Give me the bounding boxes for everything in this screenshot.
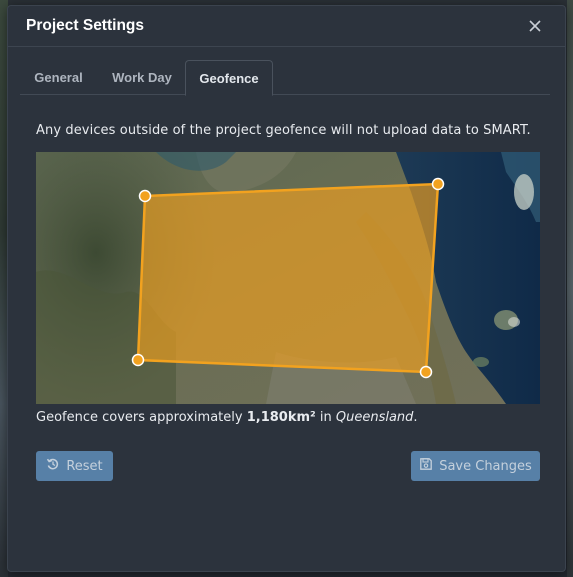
geofence-vertex-handle[interactable] bbox=[419, 365, 433, 379]
geofence-description: Any devices outside of the project geofe… bbox=[36, 123, 531, 138]
satellite-map-image bbox=[36, 152, 540, 404]
tab-general[interactable]: General bbox=[20, 60, 97, 95]
undo-icon bbox=[46, 457, 60, 475]
coverage-region: Queensland bbox=[335, 410, 414, 425]
geofence-vertex-handle[interactable] bbox=[138, 189, 152, 203]
save-changes-button[interactable]: Save Changes bbox=[411, 451, 540, 481]
tab-geofence[interactable]: Geofence bbox=[185, 60, 273, 96]
geofence-coverage-text: Geofence covers approximately 1,180km² i… bbox=[36, 410, 418, 425]
save-changes-button-label: Save Changes bbox=[439, 458, 532, 474]
coverage-in: in bbox=[315, 410, 336, 425]
geofence-vertex-handle[interactable] bbox=[131, 353, 145, 367]
coverage-area: 1,180km² bbox=[246, 410, 316, 425]
geofence-vertex-handle[interactable] bbox=[431, 177, 445, 191]
tab-general-label: General bbox=[34, 70, 83, 85]
settings-tabs: General Work Day Geofence bbox=[20, 60, 550, 96]
floppy-disk-icon bbox=[419, 457, 433, 475]
tab-work-day-label: Work Day bbox=[112, 70, 172, 85]
close-icon bbox=[529, 20, 541, 32]
reset-button[interactable]: Reset bbox=[36, 451, 113, 481]
coverage-suffix: . bbox=[413, 410, 418, 425]
dialog-title: Project Settings bbox=[26, 17, 144, 34]
coverage-prefix: Geofence covers approximately bbox=[36, 410, 247, 425]
dialog-header: Project Settings bbox=[8, 6, 565, 47]
tab-geofence-label: Geofence bbox=[199, 71, 259, 86]
project-settings-dialog: Project Settings General Work Day Geofen… bbox=[7, 5, 566, 572]
tab-work-day[interactable]: Work Day bbox=[102, 60, 182, 95]
geofence-polygon[interactable] bbox=[136, 182, 440, 374]
geofence-map[interactable] bbox=[36, 152, 540, 404]
close-button[interactable] bbox=[525, 16, 545, 36]
reset-button-label: Reset bbox=[66, 458, 103, 474]
